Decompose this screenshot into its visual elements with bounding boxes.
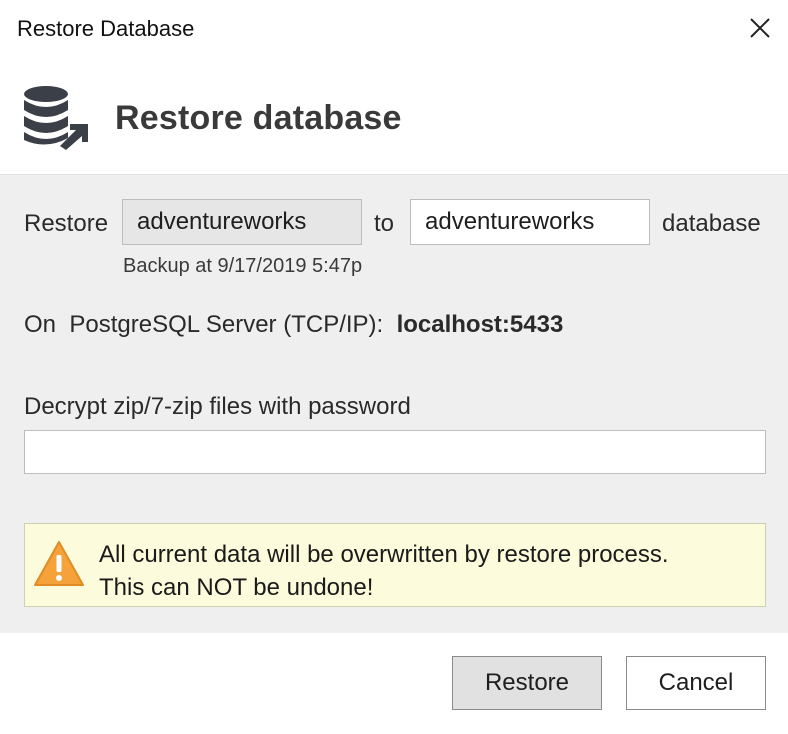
server-address: localhost:5433 — [396, 311, 564, 338]
warning-line-1: All current data will be overwritten by … — [99, 541, 669, 568]
close-button[interactable] — [742, 10, 778, 46]
dialog-footer: Restore Cancel — [0, 633, 788, 734]
window-title: Restore Database — [17, 16, 195, 41]
password-input[interactable] — [24, 430, 766, 474]
title-bar: Restore Database — [0, 0, 788, 58]
restore-label: Restore — [24, 210, 109, 237]
password-label: Decrypt zip/7-zip files with password — [24, 393, 411, 420]
warning-icon — [34, 541, 84, 586]
target-database-field[interactable]: adventureworks — [410, 199, 650, 245]
server-label-text: On PostgreSQL Server (TCP/IP): — [24, 311, 384, 338]
warning-message: All current data will be overwritten by … — [24, 523, 766, 607]
database-restore-icon — [24, 86, 88, 150]
restore-button[interactable]: Restore — [452, 656, 602, 710]
dialog-body: Restore adventureworks to adventureworks… — [0, 174, 788, 634]
close-icon — [750, 18, 770, 38]
database-label: database — [662, 210, 761, 237]
dialog-header: Restore database — [0, 58, 788, 174]
source-backup-field[interactable]: adventureworks — [122, 199, 362, 245]
warning-line-2: This can NOT be undone! — [99, 574, 374, 601]
cancel-button[interactable]: Cancel — [626, 656, 766, 710]
to-label: to — [374, 210, 395, 237]
backup-timestamp: Backup at 9/17/2019 5:47p — [123, 255, 363, 277]
warning-text: All current data will be overwritten by … — [99, 538, 669, 604]
server-label: On PostgreSQL Server (TCP/IP): localhost… — [24, 311, 563, 339]
dialog-heading: Restore database — [115, 99, 402, 137]
